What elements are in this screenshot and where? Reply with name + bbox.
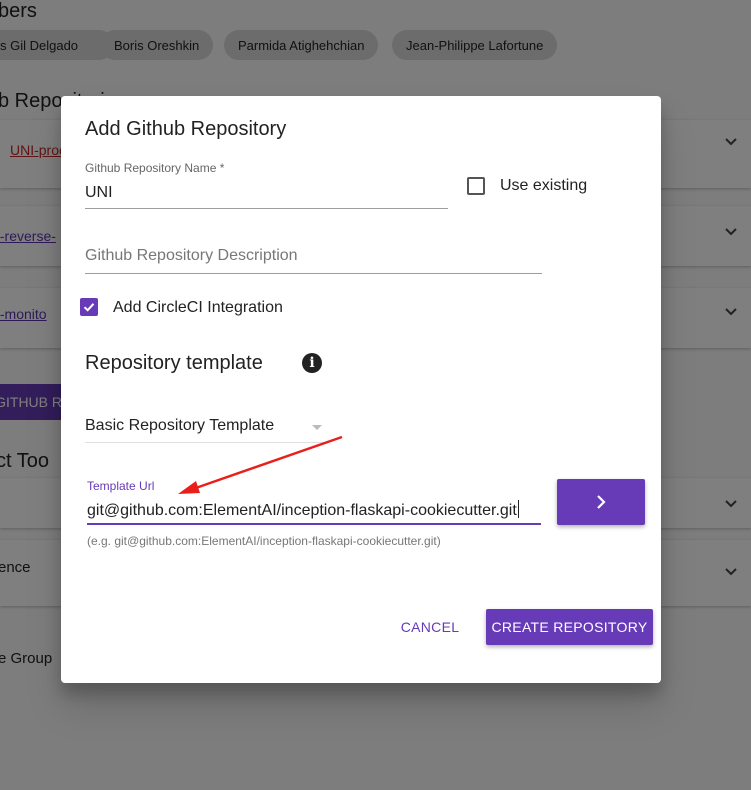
template-url-value: git@github.com:ElementAI/inception-flask…: [87, 502, 517, 519]
dropdown-arrow-icon[interactable]: [312, 425, 322, 430]
create-repository-button[interactable]: CREATE REPOSITORY: [486, 609, 653, 645]
template-url-label: Template Url: [87, 479, 155, 493]
template-url-hint: (e.g. git@github.com:ElementAI/inception…: [87, 534, 441, 548]
info-icon[interactable]: i: [302, 353, 322, 373]
chevron-right-icon: [597, 495, 606, 509]
circleci-label[interactable]: Add CircleCI Integration: [113, 299, 283, 317]
dialog-title: Add Github Repository: [85, 118, 287, 140]
use-existing-checkbox[interactable]: [467, 177, 485, 195]
repo-name-label: Github Repository Name *: [85, 161, 225, 175]
load-template-button[interactable]: [557, 479, 645, 525]
use-existing-label[interactable]: Use existing: [500, 177, 587, 195]
repo-description-input[interactable]: Github Repository Description: [85, 247, 298, 265]
circleci-checkbox[interactable]: [80, 298, 98, 316]
repo-description-underline: [85, 273, 542, 274]
template-section-title: Repository template: [85, 352, 263, 374]
text-cursor: [517, 500, 519, 518]
add-repository-dialog: Add Github Repository Github Repository …: [61, 96, 661, 683]
repo-name-input[interactable]: UNI: [85, 184, 113, 202]
repo-name-underline: [85, 208, 448, 209]
template-select[interactable]: Basic Repository Template: [85, 417, 274, 435]
template-url-input[interactable]: git@github.com:ElementAI/inception-flask…: [87, 500, 519, 520]
cancel-button[interactable]: CANCEL: [391, 610, 469, 644]
template-select-underline: [85, 442, 327, 443]
template-url-underline: [87, 523, 541, 525]
